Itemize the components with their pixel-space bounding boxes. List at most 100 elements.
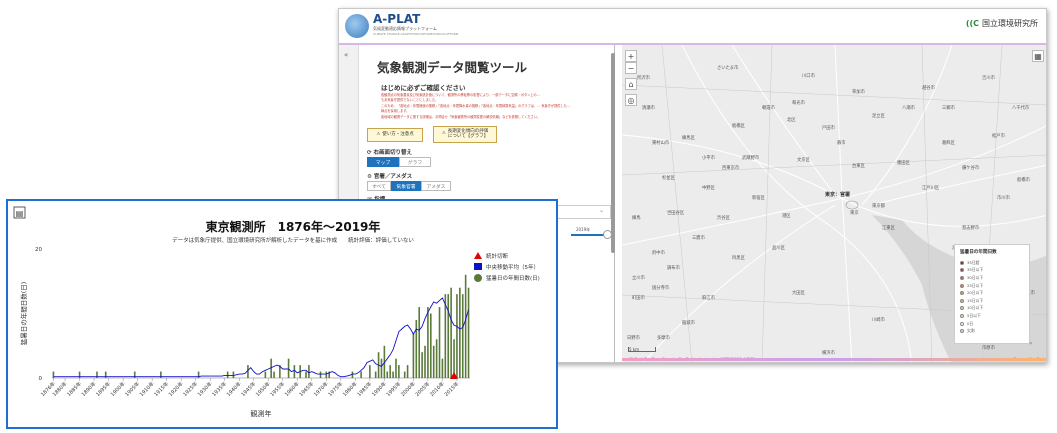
tab-graph[interactable]: グラフ — [399, 157, 431, 167]
y-axis-label: 猛暑日の年間日数(日) — [19, 282, 28, 346]
x-tick-label: 2005年 — [414, 380, 431, 397]
tab-kansho[interactable]: 気象官署 — [391, 181, 421, 191]
legend-label: 5日以下 — [967, 312, 981, 318]
bar — [461, 294, 464, 378]
x-tick-label: 1955年 — [269, 380, 286, 397]
map-place-label: 足立区 — [872, 114, 885, 119]
bar — [308, 365, 310, 378]
tab-all[interactable]: すべて — [367, 181, 391, 191]
expand-icon[interactable]: » — [1029, 340, 1033, 347]
map-place-label: 横浜市 — [822, 351, 835, 356]
legend-swatch — [960, 298, 964, 303]
map-place-label: 川崎市 — [872, 318, 885, 323]
bar — [464, 274, 467, 378]
map-place-label: 新宿区 — [752, 196, 765, 201]
zoom-out-button[interactable]: − — [625, 62, 637, 74]
aplat-logo-icon[interactable] — [345, 14, 369, 38]
bar — [418, 307, 420, 378]
bar — [406, 365, 409, 378]
trend-evaluation-button[interactable]: ⚠ 長期変化傾向の評価 について【グラフ】 — [433, 126, 497, 143]
map-place-label: 八千代市 — [1012, 106, 1030, 111]
x-tick-label: 1885年 — [66, 380, 83, 397]
x-tick-label: 1890年 — [80, 380, 97, 397]
panel-scrollbar[interactable] — [611, 53, 615, 253]
view-switch-heading: ⟳ 右画面切り替え — [367, 150, 413, 156]
app-header: A-PLAT 気候変動適応情報プラットフォーム CLIMATE CHANGE A… — [339, 9, 1046, 45]
tab-map[interactable]: マップ — [367, 157, 399, 167]
notice-line: 各地域の観測データに関する詳細は、お問合せ「気象観測所の観測変更の解説情報」など… — [381, 115, 541, 119]
station-label[interactable]: 東京：官署 — [825, 191, 850, 198]
legend-item: 25日以下 — [960, 282, 1024, 290]
map-place-label: 狛江市 — [702, 296, 715, 301]
x-tick-label: 1985年 — [356, 380, 373, 397]
map-place-label: 小平市 — [702, 156, 715, 161]
tab-amedas[interactable]: アメダス — [421, 181, 451, 191]
usage-notes-label: 使い方・注意点 — [382, 131, 414, 137]
bar — [386, 371, 389, 378]
locate-icon[interactable]: ◎ — [625, 94, 637, 106]
bar — [441, 358, 444, 378]
map-place-label: 台東区 — [852, 164, 865, 169]
map-place-label: 清瀬市 — [642, 106, 655, 111]
map-place-label: 蕨市 — [837, 141, 846, 146]
legend-label: 20日以下 — [967, 290, 984, 296]
chart-subtitle: データは気象庁提供、国立環境研究所が解析したデータを基に作成 統計評価：評価して… — [172, 236, 414, 244]
legend-swatch — [960, 268, 964, 273]
basemap-icon[interactable]: ▦ — [1032, 50, 1044, 62]
map-place-label: 渋谷区 — [717, 216, 730, 221]
map-place-label: 草加市 — [852, 90, 865, 95]
map-place-label: 府中市 — [652, 251, 665, 256]
map-place-label: 松戸市 — [992, 134, 1005, 139]
bar — [438, 307, 441, 378]
legend-item: 10日以下 — [960, 305, 1024, 313]
map-place-label: 戸田市 — [822, 126, 835, 131]
map-place-label: 船橋市 — [1017, 178, 1030, 183]
bar — [226, 371, 229, 378]
map-place-label: 東村山市 — [652, 141, 670, 146]
map-place-label: 西東京市 — [722, 166, 740, 171]
map-place-label: 東京 — [850, 211, 859, 216]
x-tick-label: 1970年 — [312, 380, 329, 397]
bar — [325, 371, 328, 378]
bar — [392, 371, 394, 378]
home-icon[interactable]: ⌂ — [625, 78, 637, 90]
legend-item: 20日以下 — [960, 289, 1024, 297]
zoom-in-button[interactable]: + — [625, 50, 637, 62]
legend-swatch — [960, 275, 964, 280]
year-slider-handle[interactable] — [603, 230, 612, 239]
x-tick-label: 1995年 — [385, 380, 402, 397]
chart: ▤ 東京観測所 1876年〜2019年データは気象庁提供、国立環境研究所が解析した… — [13, 206, 540, 418]
map-place-label: 町田市 — [632, 296, 645, 301]
tool-title: 気象観測データ閲覧ツール — [377, 60, 528, 75]
collapse-panel-icon[interactable]: « — [344, 51, 348, 59]
x-tick-label: 1965年 — [298, 380, 315, 397]
legend-label: 35日以下 — [967, 267, 984, 273]
x-tick-label: 1950年 — [254, 380, 271, 397]
legend-label: 10日以下 — [967, 305, 984, 311]
legend-swatch — [960, 260, 964, 265]
map-place-label: 文京区 — [797, 158, 810, 163]
map-legend-items: 35日超 35日以下 30日以下 25日以下 20日以下 15日以下 10日以下 5日以下 0日… — [960, 259, 1024, 335]
legend-label: 15日以下 — [967, 297, 984, 303]
y-tick-label: 0 — [39, 376, 43, 382]
x-tick-label: 1940年 — [225, 380, 242, 397]
x-tick-label: 1895年 — [95, 380, 112, 397]
map-place-label: 越谷市 — [922, 86, 935, 91]
map-legend-title: 猛暑日の年間日数 — [960, 250, 997, 255]
map-place-label: 和光市 — [792, 101, 805, 106]
x-tick-label: 1990年 — [370, 380, 387, 397]
usage-notes-button[interactable]: ⚠ 使い方・注意点 — [367, 128, 423, 142]
map-place-label: 日野市 — [627, 336, 640, 341]
x-tick-label: 2015年 — [443, 380, 460, 397]
legend-bars-swatch — [474, 274, 482, 282]
legend-swatch — [960, 291, 964, 296]
x-tick-label: 1945年 — [240, 380, 257, 397]
nies-logo[interactable]: ((C 国立環境研究所 — [966, 18, 1038, 29]
aplat-logo-title[interactable]: A-PLAT — [373, 12, 420, 26]
bar — [293, 365, 296, 378]
x-tick-label: 1975年 — [327, 380, 344, 397]
bar — [360, 371, 362, 378]
map-view[interactable]: + − ⌂ ◎ ▦ さいたま市 川口市 草加市 越谷市 練馬区 板橋区 北区 足立区 葛飾区 松戸… — [622, 45, 1046, 362]
scale-bar: 5 km — [628, 347, 656, 352]
x-axis-label: 観測年 — [251, 409, 272, 418]
